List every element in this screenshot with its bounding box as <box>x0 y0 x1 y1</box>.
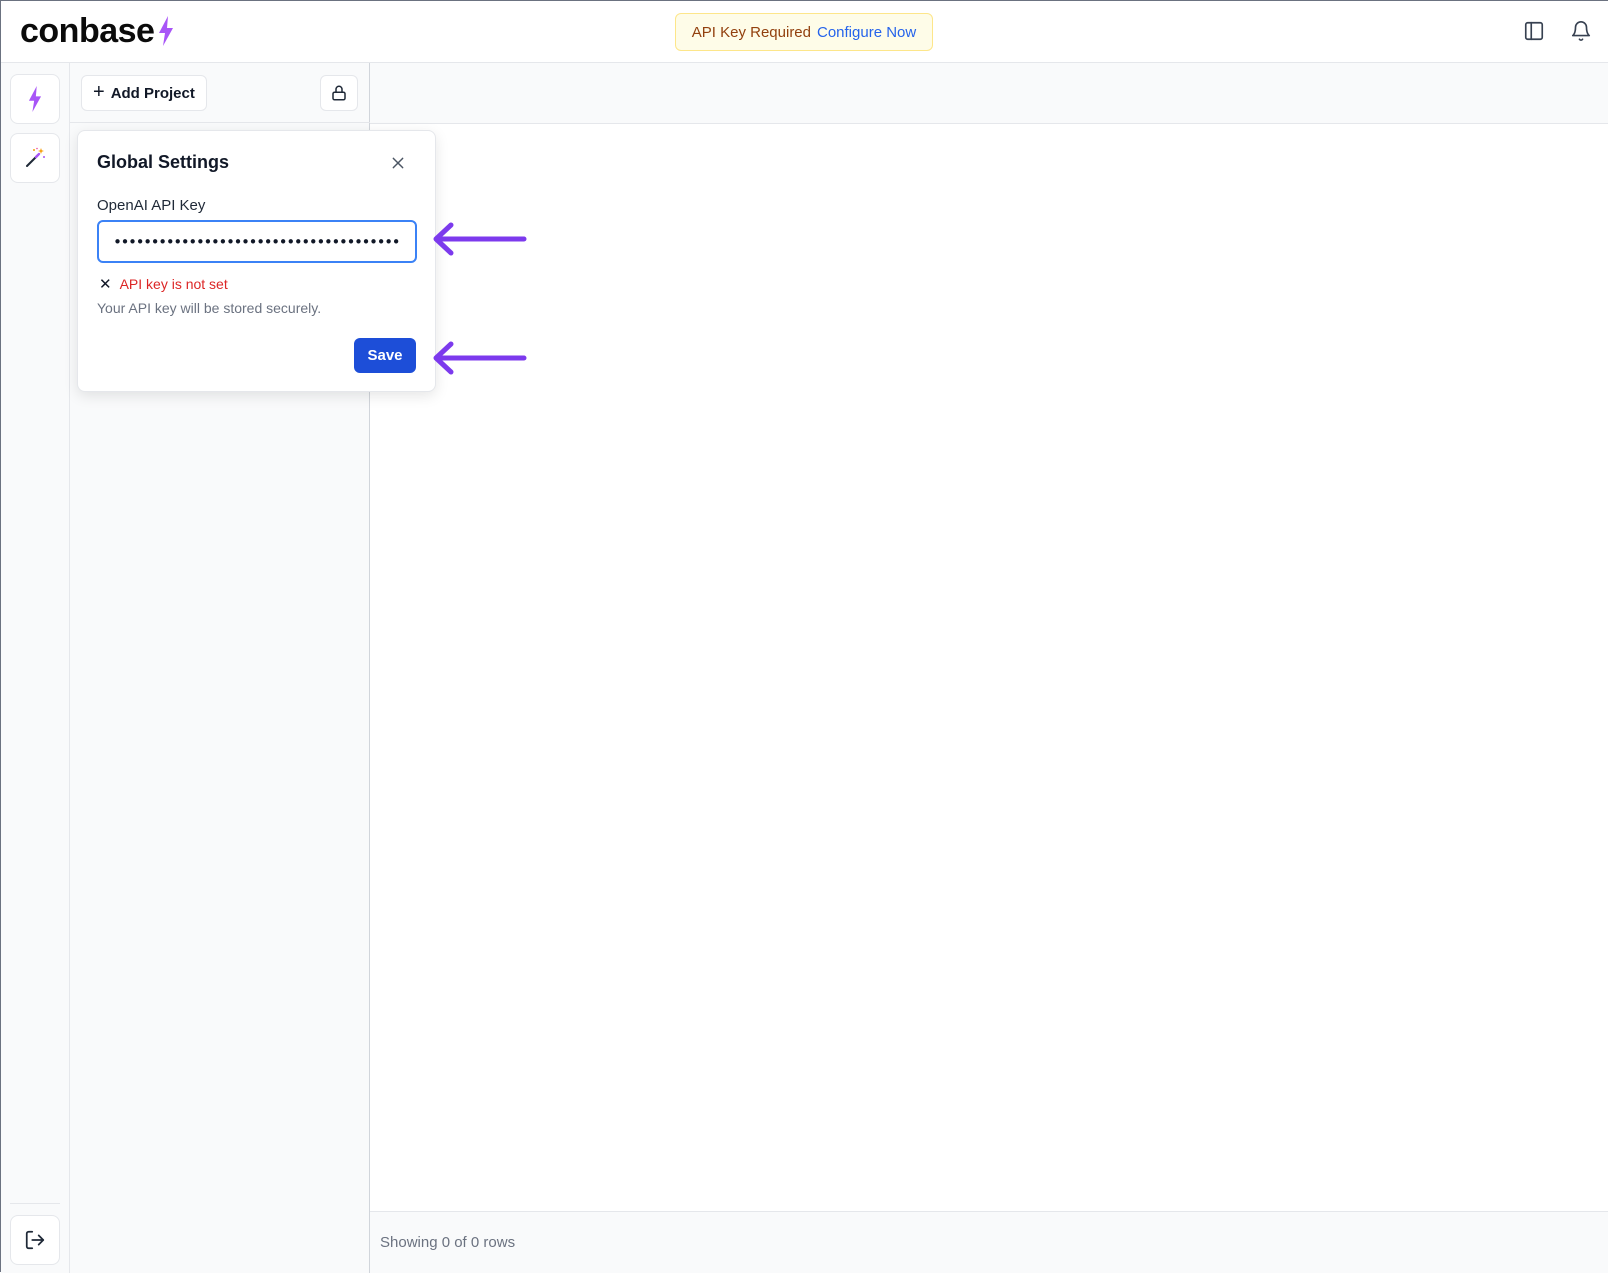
main-toolbar <box>370 63 1608 124</box>
global-settings-popover: Global Settings OpenAI API Key ✕ API key… <box>77 130 436 392</box>
row-count-status: Showing 0 of 0 rows <box>380 1234 516 1251</box>
app-window: conbase API Key Required Configure Now +… <box>0 0 1608 1273</box>
api-key-label: OpenAI API Key <box>97 197 206 214</box>
lock-icon <box>332 85 346 101</box>
logout-icon <box>25 1230 45 1250</box>
popover-title: Global Settings <box>97 152 230 172</box>
rail-item-magic[interactable] <box>10 133 60 183</box>
api-key-error: ✕ API key is not set <box>99 275 228 293</box>
top-header: conbase API Key Required Configure Now <box>1 1 1608 63</box>
magic-wand-icon <box>26 147 45 167</box>
banner-text: API Key Required <box>691 23 811 41</box>
rail-divider <box>10 1203 60 1204</box>
bell-icon[interactable] <box>1568 18 1594 44</box>
add-project-button[interactable]: + Add Project <box>81 75 207 111</box>
icon-rail <box>1 63 70 1273</box>
error-text: API key is not set <box>119 276 228 292</box>
add-project-label: Add Project <box>110 84 195 102</box>
logo-text: conbase <box>20 11 155 50</box>
lightning-bolt-icon <box>159 16 174 46</box>
table-footer: Showing 0 of 0 rows <box>370 1211 1608 1273</box>
api-key-banner: API Key Required Configure Now <box>675 13 933 51</box>
main-content: Showing 0 of 0 rows <box>370 63 1608 1273</box>
logout-button[interactable] <box>10 1215 60 1265</box>
plus-icon: + <box>93 81 105 103</box>
configure-now-link[interactable]: Configure Now <box>817 24 916 41</box>
save-button[interactable]: Save <box>354 338 416 373</box>
close-icon[interactable] <box>386 151 410 175</box>
api-key-input[interactable] <box>97 220 417 263</box>
lock-button[interactable] <box>320 75 358 111</box>
sidebar-toggle-icon[interactable] <box>1521 18 1547 44</box>
rail-item-bolt[interactable] <box>10 74 60 124</box>
annotation-arrow-input <box>433 222 527 256</box>
projects-header: + Add Project <box>70 63 370 123</box>
api-key-help: Your API key will be stored securely. <box>97 300 322 316</box>
annotation-arrow-save <box>433 341 527 375</box>
logo: conbase <box>20 11 175 51</box>
lightning-bolt-icon <box>28 86 42 112</box>
error-x-icon: ✕ <box>99 276 112 293</box>
